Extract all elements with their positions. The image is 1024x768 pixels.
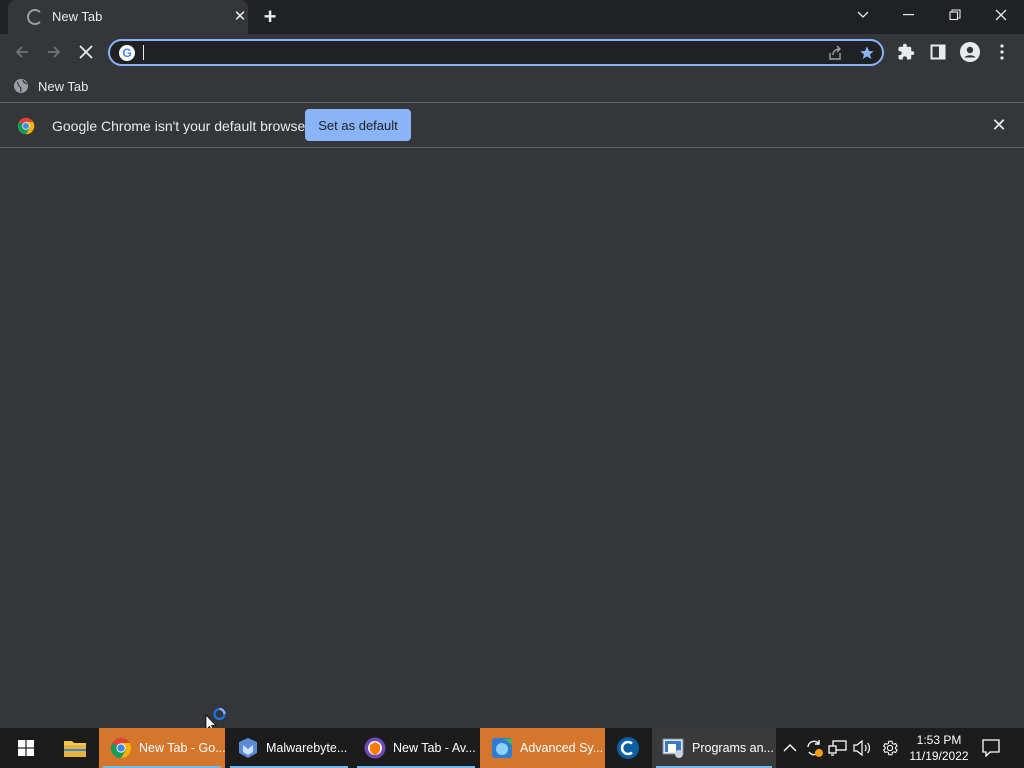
taskbar-item-programs-features[interactable]: Programs an...: [652, 728, 776, 768]
taskbar-item-advanced-systemcare[interactable]: Advanced Sy...: [480, 728, 605, 768]
back-arrow-icon: [15, 46, 28, 58]
chrome-logo-icon: [17, 117, 35, 135]
network-icon[interactable]: [828, 738, 848, 758]
taskbar-label: Advanced Sy...: [520, 741, 604, 755]
google-g-icon: G: [119, 45, 135, 61]
sync-update-icon[interactable]: [804, 738, 824, 758]
side-panel-icon[interactable]: [928, 42, 948, 62]
stop-icon: [79, 45, 93, 59]
bookmark-label: New Tab: [38, 78, 89, 94]
forward-button[interactable]: [40, 38, 68, 66]
volume-icon[interactable]: [852, 738, 872, 758]
malwarebytes-icon: [236, 736, 260, 760]
advanced-systemcare-icon: [490, 736, 514, 760]
taskbar-item-avast-browser[interactable]: New Tab - Av...: [353, 728, 479, 768]
screen: New Tab ✕ + G New Tab Google Chrome isn'…: [0, 0, 1024, 768]
chrome-icon: [109, 736, 133, 760]
minimize-button[interactable]: [886, 0, 932, 30]
show-hidden-icons-chevron-icon[interactable]: [780, 738, 800, 758]
folder-icon: [63, 736, 87, 760]
close-window-button[interactable]: [978, 0, 1024, 30]
taskbar-label: New Tab - Go...: [139, 741, 226, 755]
default-browser-infobar: Google Chrome isn't your default browser…: [0, 102, 1024, 148]
loading-spinner-icon: [27, 9, 43, 25]
share-icon[interactable]: [826, 44, 844, 62]
settings-gear-icon[interactable]: [880, 738, 900, 758]
taskbar-label: New Tab - Av...: [393, 741, 476, 755]
taskbar-label: Malwarebyte...: [266, 741, 348, 755]
infobar-message: Google Chrome isn't your default browser: [52, 118, 310, 134]
start-button[interactable]: [0, 728, 52, 768]
programs-features-icon: [662, 736, 686, 760]
set-as-default-button[interactable]: Set as default: [305, 109, 411, 141]
more-menu-icon[interactable]: [992, 42, 1012, 62]
extensions-puzzle-icon[interactable]: [896, 42, 916, 62]
title-bar: New Tab ✕ +: [0, 0, 1024, 34]
back-button[interactable]: [8, 38, 36, 66]
windows-logo-icon: [18, 740, 34, 756]
browser-tab[interactable]: New Tab ✕: [8, 0, 248, 34]
bookmark-new-tab[interactable]: New Tab: [14, 76, 88, 96]
taskbar-item-ccleaner[interactable]: [606, 728, 650, 768]
close-tab-icon[interactable]: ✕: [232, 9, 248, 25]
bookmark-star-icon[interactable]: [858, 44, 876, 62]
page-content: [0, 148, 1024, 728]
tab-title: New Tab: [52, 9, 103, 24]
close-infobar-icon[interactable]: ✕: [990, 116, 1008, 134]
stop-loading-button[interactable]: [72, 38, 100, 66]
taskbar-item-malwarebytes[interactable]: Malwarebyte...: [226, 728, 352, 768]
address-input[interactable]: [142, 43, 802, 62]
new-tab-button[interactable]: +: [258, 5, 282, 29]
text-caret: [143, 45, 144, 60]
tab-search-button[interactable]: [840, 0, 886, 30]
taskbar: New Tab - Go... Malwarebyte... New Tab -…: [0, 728, 1024, 768]
profile-avatar-icon[interactable]: [960, 42, 980, 62]
bookmarks-bar: New Tab: [0, 70, 1024, 102]
forward-arrow-icon: [48, 46, 61, 58]
clock-time: 1:53 PM: [916, 733, 962, 747]
globe-icon: [14, 79, 28, 93]
avast-browser-icon: [363, 736, 387, 760]
taskbar-file-explorer[interactable]: [52, 728, 98, 768]
ccleaner-icon: [616, 736, 640, 760]
taskbar-label: Programs an...: [692, 741, 774, 755]
address-bar[interactable]: G: [108, 39, 884, 66]
clock-date: 11/19/2022: [909, 749, 969, 763]
system-clock[interactable]: 1:53 PM 11/19/2022: [904, 732, 974, 764]
action-center-notification-icon[interactable]: [980, 738, 1002, 758]
restore-button[interactable]: [932, 0, 978, 30]
taskbar-item-chrome[interactable]: New Tab - Go...: [99, 728, 226, 768]
